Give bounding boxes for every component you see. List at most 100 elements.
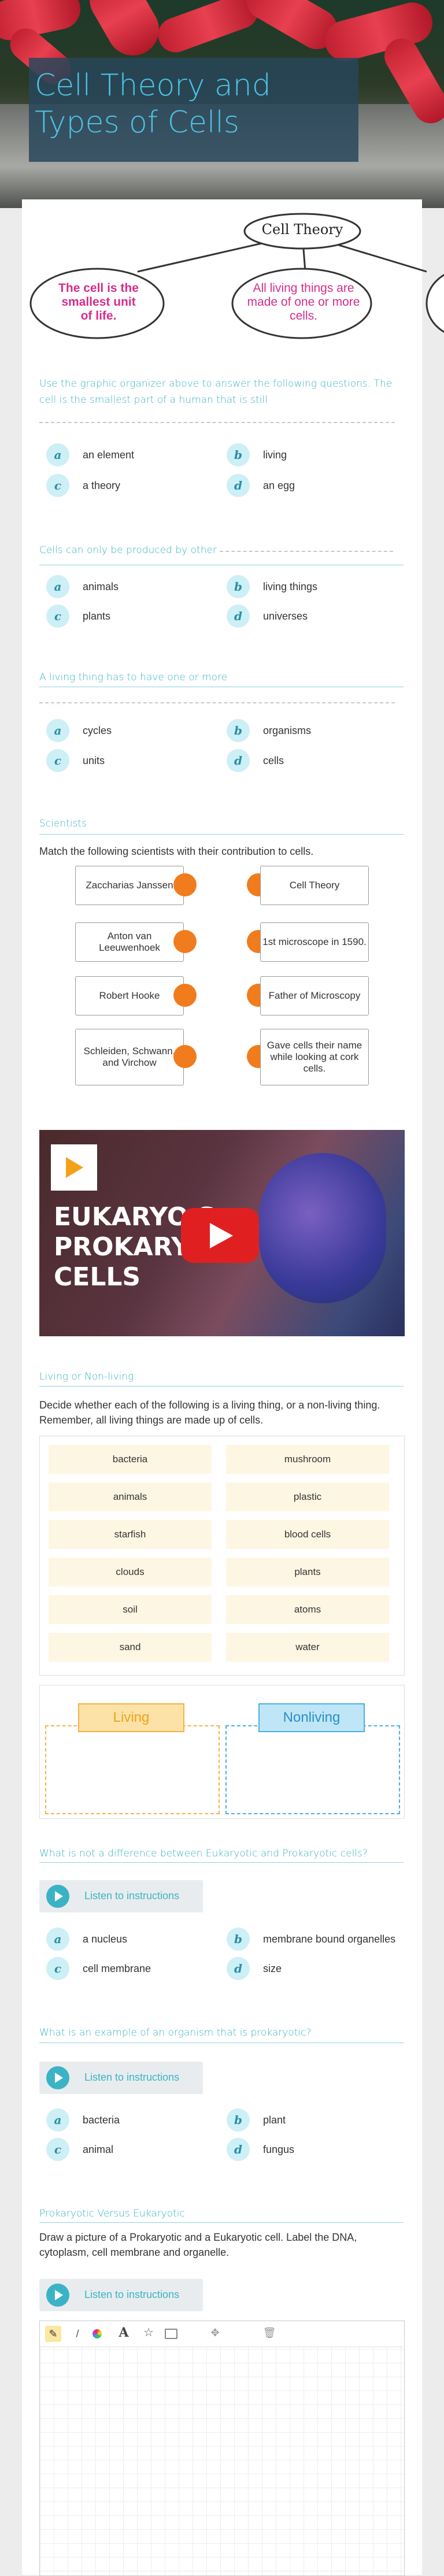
option-badge[interactable]: c: [46, 605, 69, 628]
sort-item[interactable]: plants: [226, 1558, 389, 1587]
question-2-prompt: Cells can only be produced by other: [39, 544, 217, 556]
living-heading: Living or Non-living: [39, 1371, 134, 1382]
scientists-instruction: Match the following scientists with thei…: [39, 846, 314, 857]
option-badge[interactable]: a: [46, 2108, 69, 2132]
option-badge[interactable]: b: [227, 575, 250, 598]
trash-icon[interactable]: 🗑: [261, 2325, 278, 2341]
question-4-prompt: What is not a difference between Eukaryo…: [39, 1848, 368, 1859]
drawing-canvas[interactable]: [39, 2321, 405, 2576]
star-icon[interactable]: ☆: [140, 2325, 157, 2341]
option-badge[interactable]: a: [46, 575, 69, 598]
option-label[interactable]: cells: [263, 755, 284, 767]
option-badge[interactable]: d: [227, 474, 250, 497]
match-right-item[interactable]: 1st microscope in 1590.: [260, 922, 369, 962]
image-icon[interactable]: [165, 2329, 177, 2339]
option-label[interactable]: size: [263, 1963, 282, 1975]
play-icon: [46, 2284, 69, 2307]
listen-button[interactable]: Listen to instructions: [39, 2062, 203, 2094]
page-title: Cell Theory and Types of Cells: [35, 68, 271, 140]
option-label[interactable]: an egg: [263, 480, 295, 492]
option-badge[interactable]: c: [46, 1957, 69, 1980]
option-label[interactable]: animal: [83, 2144, 113, 2156]
drawing-heading: Prokaryotic Versus Eukaryotic: [39, 2208, 185, 2219]
option-badge[interactable]: c: [46, 2138, 69, 2161]
option-label[interactable]: cell membrane: [83, 1963, 151, 1975]
match-left-item[interactable]: Anton van Leeuwenhoek: [75, 922, 184, 962]
option-label[interactable]: an element: [83, 449, 134, 461]
sort-item[interactable]: bacteria: [49, 1445, 212, 1474]
match-right-item[interactable]: Father of Microscopy: [260, 976, 369, 1015]
sort-item[interactable]: clouds: [49, 1558, 212, 1587]
option-badge[interactable]: a: [46, 719, 69, 742]
option-badge[interactable]: d: [227, 1957, 250, 1980]
option-badge[interactable]: c: [46, 749, 69, 772]
option-badge[interactable]: a: [46, 443, 69, 466]
match-left-item[interactable]: Zaccharias Janssen: [75, 866, 184, 905]
option-badge[interactable]: a: [46, 1928, 69, 1951]
play-icon: [210, 1223, 233, 1248]
option-label[interactable]: a nucleus: [83, 1933, 127, 1945]
pencil-icon[interactable]: ✎: [45, 2326, 61, 2342]
sort-item[interactable]: sand: [49, 1633, 212, 1662]
match-left-item[interactable]: Robert Hooke: [75, 976, 184, 1015]
sort-item[interactable]: mushroom: [226, 1445, 389, 1474]
sort-item[interactable]: soil: [49, 1595, 212, 1624]
match-right-item[interactable]: Gave cells their name while looking at c…: [260, 1029, 369, 1085]
option-badge[interactable]: d: [227, 749, 250, 772]
question-5-prompt: What is an example of an organism that i…: [39, 2027, 312, 2038]
option-label[interactable]: universes: [263, 610, 308, 622]
match-connector[interactable]: [173, 930, 197, 953]
option-badge[interactable]: d: [227, 2138, 250, 2161]
sort-item[interactable]: water: [226, 1633, 389, 1662]
match-connector[interactable]: [173, 1045, 197, 1068]
video-title-line: CELLS: [54, 1262, 141, 1292]
video-player[interactable]: EUKARYO S. PROKARYO CELLS: [39, 1130, 405, 1336]
living-bin[interactable]: [45, 1725, 220, 1814]
cell-illustration: [259, 1153, 386, 1303]
color-wheel-icon[interactable]: [92, 2329, 102, 2338]
listen-label: Listen to instructions: [84, 1890, 180, 1902]
sort-item[interactable]: animals: [49, 1482, 212, 1511]
option-label[interactable]: a theory: [83, 480, 120, 492]
listen-button[interactable]: Listen to instructions: [39, 1880, 203, 1912]
option-label[interactable]: plant: [263, 2114, 286, 2126]
option-label[interactable]: living: [263, 449, 287, 461]
match-connector[interactable]: [173, 984, 197, 1007]
sort-item[interactable]: blood cells: [226, 1520, 389, 1549]
match-connector[interactable]: [173, 873, 197, 896]
video-logo: [51, 1144, 97, 1191]
organizer-left: The cell is the smallest unit of life.: [58, 281, 139, 323]
sort-item[interactable]: plastic: [226, 1482, 389, 1511]
option-badge[interactable]: d: [227, 605, 250, 628]
sort-item[interactable]: starfish: [49, 1520, 212, 1549]
option-label[interactable]: cycles: [83, 725, 112, 737]
option-badge[interactable]: b: [227, 719, 250, 742]
nonliving-bin[interactable]: [225, 1725, 400, 1814]
option-label[interactable]: plants: [83, 610, 110, 622]
organizer-center: Cell Theory: [261, 221, 343, 238]
listen-label: Listen to instructions: [84, 2071, 180, 2083]
title-banner: Cell Theory and Types of Cells: [29, 58, 358, 162]
youtube-play-button[interactable]: [181, 1208, 259, 1263]
option-label[interactable]: bacteria: [83, 2114, 120, 2126]
option-badge[interactable]: b: [227, 443, 250, 466]
move-icon[interactable]: ✥: [207, 2325, 223, 2341]
answer-blank-1: [39, 422, 395, 423]
option-label[interactable]: membrane bound organelles: [263, 1933, 395, 1945]
pen-icon[interactable]: /: [69, 2326, 86, 2342]
option-badge[interactable]: b: [227, 2108, 250, 2132]
listen-button[interactable]: Listen to instructions: [39, 2279, 203, 2311]
option-label[interactable]: organisms: [263, 725, 311, 737]
option-label[interactable]: living things: [263, 581, 317, 593]
match-right-item[interactable]: Cell Theory: [260, 866, 369, 905]
option-label[interactable]: fungus: [263, 2144, 294, 2156]
play-icon: [46, 1885, 69, 1908]
option-badge[interactable]: b: [227, 1928, 250, 1951]
option-badge[interactable]: c: [46, 474, 69, 497]
sort-item[interactable]: atoms: [226, 1595, 389, 1624]
match-left-item[interactable]: Schleiden, Schwann, and Virchow: [75, 1029, 184, 1085]
option-label[interactable]: units: [83, 755, 105, 767]
option-label[interactable]: animals: [83, 581, 119, 593]
question-1-prompt: Use the graphic organizer above to answe…: [39, 378, 393, 406]
text-tool-icon[interactable]: A: [116, 2325, 132, 2341]
